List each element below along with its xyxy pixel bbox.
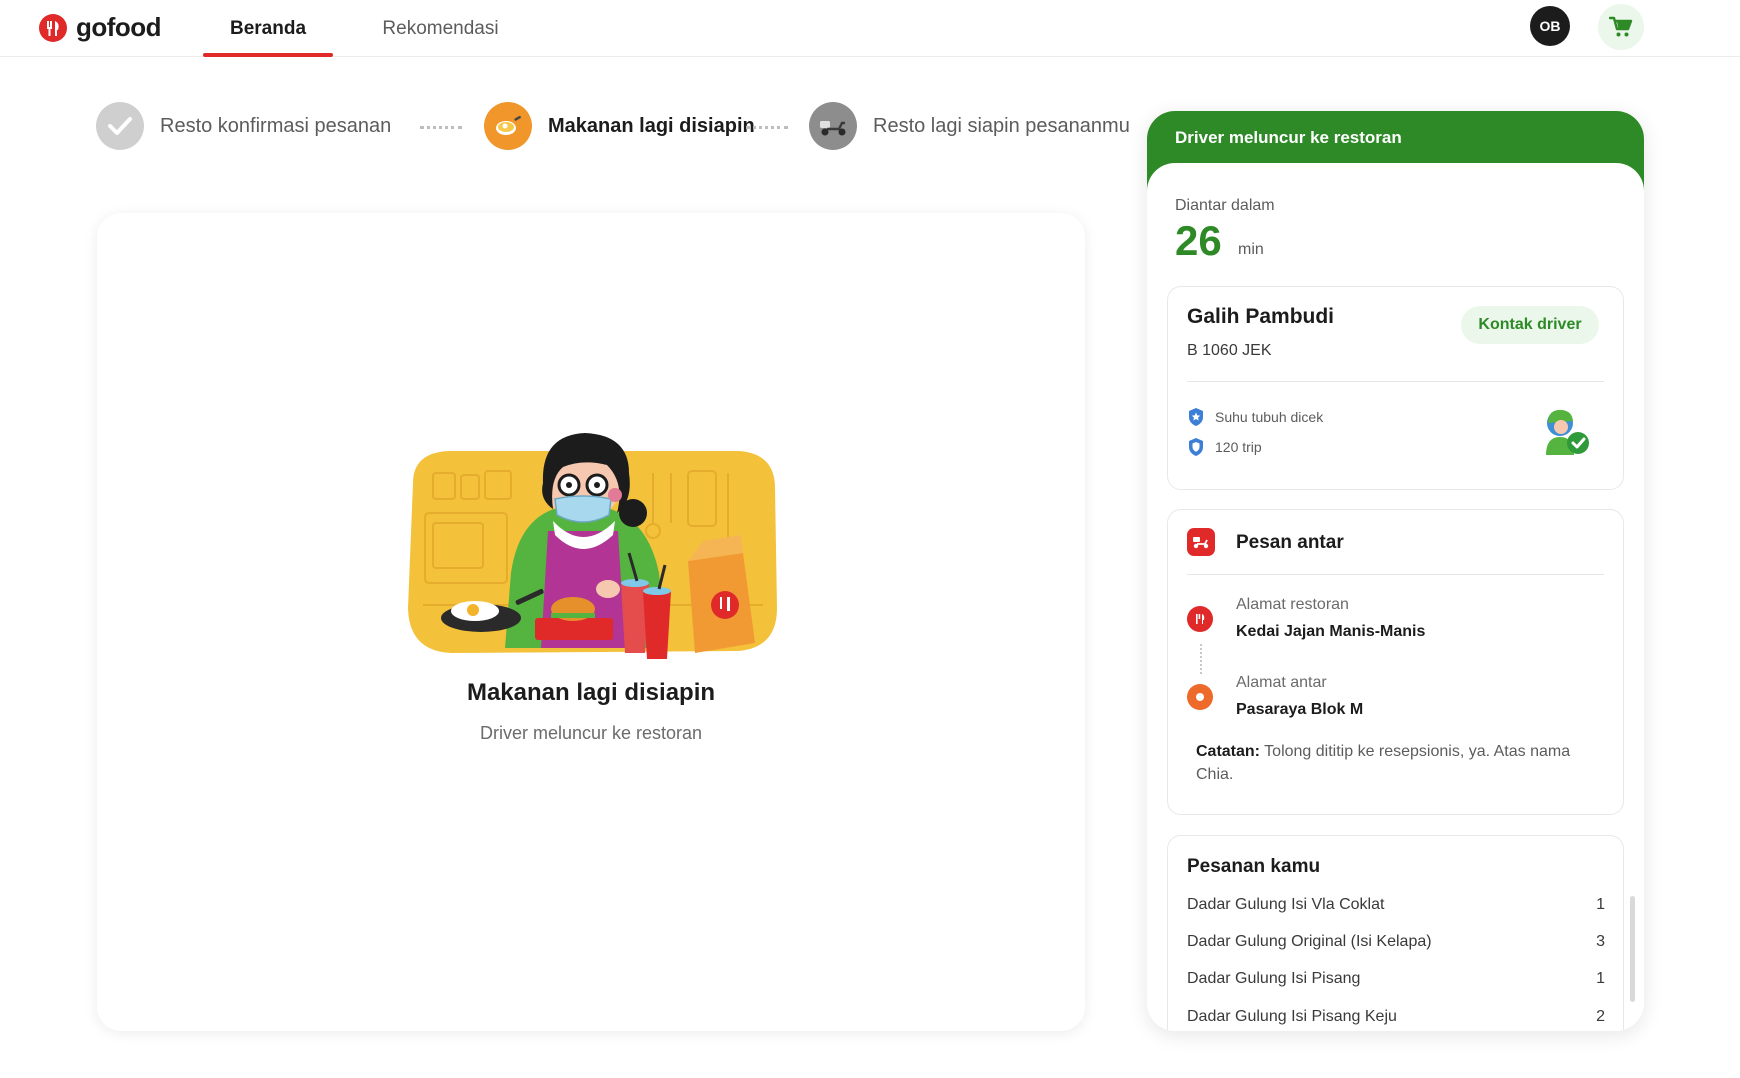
- order-item: Dadar Gulung Isi Vla Coklat 1: [1187, 896, 1605, 914]
- scooter-icon: [809, 102, 857, 150]
- step-label: Makanan lagi disiapin: [548, 114, 755, 137]
- order-items-card: Pesanan kamu Dadar Gulung Isi Vla Coklat…: [1167, 835, 1624, 1031]
- item-name: Dadar Gulung Original (Isi Kelapa): [1187, 933, 1432, 950]
- destination-address-value: Pasaraya Blok M: [1236, 701, 1364, 718]
- shield-icon: [1189, 438, 1203, 456]
- order-items-title: Pesanan kamu: [1187, 856, 1321, 877]
- panel-body: Diantar dalam 26 min Galih Pambudi B 106…: [1147, 163, 1644, 1031]
- order-tracking-panel: Driver meluncur ke restoran Diantar dala…: [1147, 111, 1644, 1031]
- item-qty: 3: [1596, 933, 1605, 950]
- gofood-logo[interactable]: gofood: [38, 12, 162, 43]
- status-title: Makanan lagi disiapin: [466, 679, 716, 706]
- note-label: Catatan:: [1196, 743, 1261, 760]
- top-navbar: gofood Beranda Rekomendasi OB: [0, 0, 1740, 57]
- divider: [1187, 574, 1604, 575]
- cart-button[interactable]: [1598, 4, 1644, 50]
- driver-badge-temperature: Suhu tubuh dicek: [1187, 407, 1323, 427]
- destination-pin-icon: [1187, 684, 1213, 710]
- item-name: Dadar Gulung Isi Pisang: [1187, 970, 1361, 987]
- driver-plate: B 1060 JEK: [1187, 342, 1272, 359]
- item-qty: 2: [1596, 1008, 1605, 1025]
- step-food-preparing: Makanan lagi disiapin: [484, 102, 755, 150]
- cart-icon: [1609, 16, 1633, 37]
- item-name: Dadar Gulung Isi Vla Coklat: [1187, 896, 1385, 913]
- driver-badge-trips: 120 trip: [1187, 437, 1262, 457]
- driver-avatar-verified-icon: [1546, 409, 1589, 455]
- order-item: Dadar Gulung Isi Pisang Keju 2: [1187, 1008, 1605, 1026]
- delivery-note: Catatan: Tolong dititip ke resepsionis, …: [1196, 740, 1596, 786]
- step-connector: [746, 126, 788, 129]
- destination-address-label: Alamat antar: [1236, 674, 1327, 691]
- driver-card: Galih Pambudi B 1060 JEK Kontak driver S…: [1167, 286, 1624, 490]
- status-subtitle: Driver meluncur ke restoran: [479, 723, 703, 743]
- brand-name: gofood: [76, 12, 162, 42]
- step-resto-confirm: Resto konfirmasi pesanan: [96, 102, 391, 150]
- route-connector: [1200, 644, 1202, 674]
- contact-driver-button[interactable]: Kontak driver: [1461, 306, 1599, 344]
- item-name: Dadar Gulung Isi Pisang Keju: [1187, 1008, 1397, 1025]
- tab-beranda[interactable]: Beranda: [203, 0, 333, 57]
- step-resto-preparing-order: Resto lagi siapin pesananmu: [809, 102, 1130, 150]
- eta-label: Diantar dalam: [1175, 197, 1275, 214]
- gofood-logo-icon: [39, 13, 67, 42]
- tab-rekomendasi[interactable]: Rekomendasi: [368, 0, 513, 57]
- divider: [1187, 381, 1604, 382]
- check-icon: [96, 102, 144, 150]
- step-label: Resto lagi siapin pesananmu: [873, 114, 1130, 137]
- restaurant-pin-icon: [1187, 606, 1213, 632]
- item-qty: 1: [1596, 896, 1605, 913]
- order-item: Dadar Gulung Isi Pisang 1: [1187, 970, 1605, 988]
- user-avatar[interactable]: OB: [1530, 6, 1570, 46]
- order-status-card: Makanan lagi disiapin Driver meluncur ke…: [97, 213, 1085, 1031]
- eta-unit: min: [1238, 241, 1264, 258]
- eta-value: 26: [1175, 217, 1222, 264]
- delivery-scooter-icon: [1187, 528, 1215, 556]
- step-connector: [420, 126, 462, 129]
- chef-cooking-illustration: [408, 433, 777, 659]
- driver-name: Galih Pambudi: [1187, 305, 1335, 328]
- restaurant-address-label: Alamat restoran: [1236, 596, 1349, 613]
- delivery-title: Pesan antar: [1236, 532, 1344, 553]
- item-qty: 1: [1596, 970, 1605, 987]
- step-label: Resto konfirmasi pesanan: [160, 114, 392, 137]
- delivery-card: Pesan antar Alamat restoran Kedai Jajan …: [1167, 509, 1624, 815]
- badge-text: Suhu tubuh dicek: [1215, 409, 1324, 425]
- badge-text: 120 trip: [1215, 439, 1262, 455]
- shield-star-icon: [1189, 408, 1203, 426]
- panel-scrollbar[interactable]: [1630, 896, 1635, 1002]
- order-item: Dadar Gulung Original (Isi Kelapa) 3: [1187, 933, 1605, 951]
- cooking-pan-icon: [484, 102, 532, 150]
- restaurant-address-value: Kedai Jajan Manis-Manis: [1236, 623, 1426, 640]
